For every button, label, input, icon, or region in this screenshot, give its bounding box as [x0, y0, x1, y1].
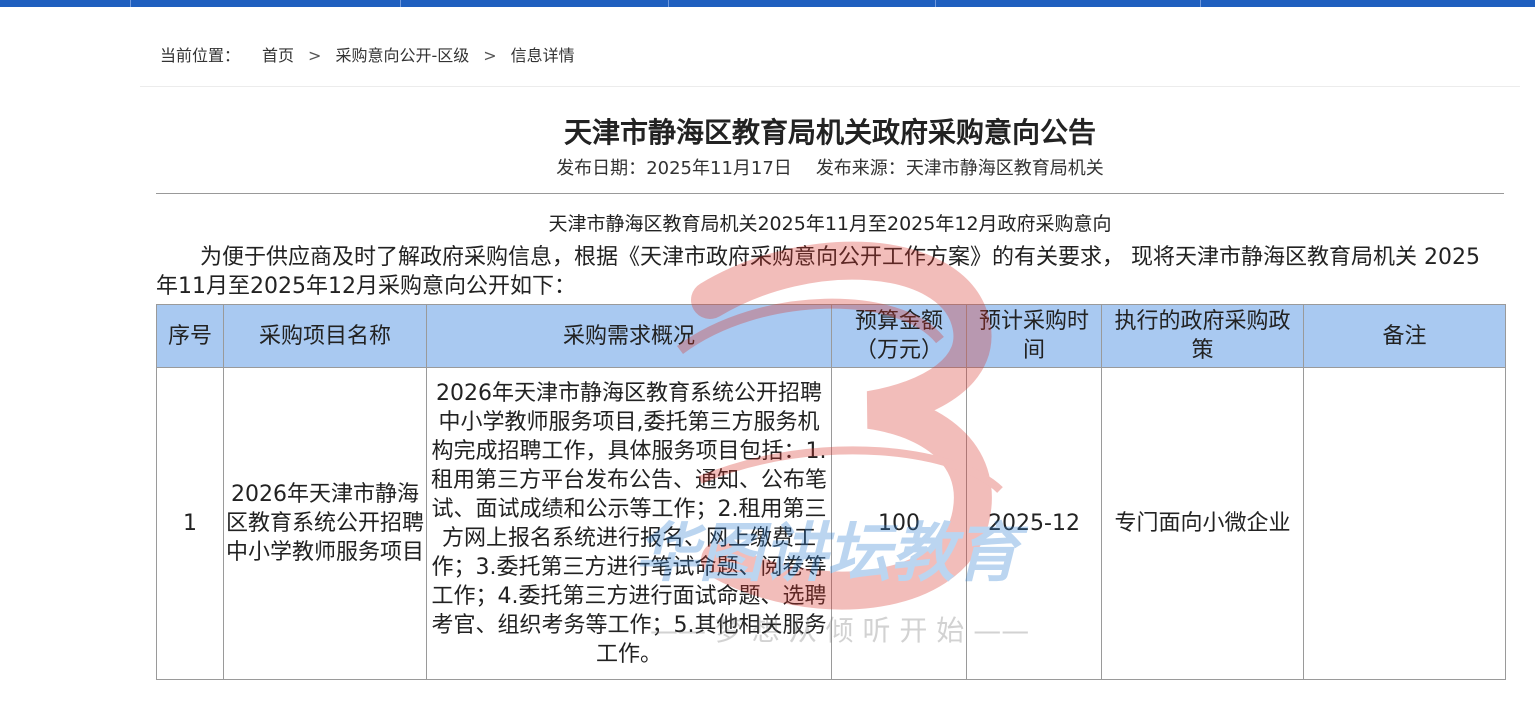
header-policy: 执行的政府采购政策 — [1101, 304, 1304, 368]
source-label: 发布来源： — [815, 158, 906, 179]
article-intro: 为便于供应商及时了解政府采购信息，根据《天津市政府采购意向公开工作方案》的有关要… — [156, 245, 1480, 299]
breadcrumb-separator: > — [483, 46, 497, 65]
cell-index: 1 — [156, 367, 224, 680]
breadcrumb-prefix: 当前位置： — [160, 46, 241, 65]
breadcrumb: 当前位置： 首页 > 采购意向公开-区级 > 信息详情 — [160, 44, 575, 68]
breadcrumb-divider — [140, 86, 1520, 87]
breadcrumb-category-link[interactable]: 采购意向公开-区级 — [335, 44, 469, 68]
cell-project-name: 2026年天津市静海区教育系统公开招聘中小学教师服务项目 — [223, 367, 427, 680]
cell-policy: 专门面向小微企业 — [1101, 367, 1304, 680]
table-row: 1 2026年天津市静海区教育系统公开招聘中小学教师服务项目 2026年天津市静… — [156, 367, 1506, 680]
top-nav-bar — [0, 0, 1535, 7]
header-requirements: 采购需求概况 — [426, 304, 832, 368]
cell-requirements: 2026年天津市静海区教育系统公开招聘中小学教师服务项目,委托第三方服务机构完成… — [426, 367, 832, 680]
header-time: 预计采购时间 — [966, 304, 1102, 368]
table-header-row: 序号 采购项目名称 采购需求概况 预算金额（万元） 预计采购时间 执行的政府采购… — [156, 304, 1506, 368]
breadcrumb-home-link[interactable]: 首页 — [262, 44, 294, 68]
header-remarks: 备注 — [1303, 304, 1506, 368]
article-title: 天津市静海区教育局机关政府采购意向公告 — [563, 116, 1096, 149]
header-project-name: 采购项目名称 — [223, 304, 427, 368]
article-subtitle: 天津市静海区教育局机关2025年11月至2025年12月政府采购意向 — [548, 213, 1112, 235]
publish-date-label: 发布日期： — [556, 158, 647, 179]
publish-date: 2025年11月17日 — [646, 158, 792, 179]
header-budget: 预算金额（万元） — [831, 304, 967, 368]
breadcrumb-current: 信息详情 — [510, 46, 575, 65]
title-divider — [156, 193, 1504, 194]
cell-time: 2025-12 — [966, 367, 1102, 680]
cell-budget: 100 — [831, 367, 967, 680]
header-index: 序号 — [156, 304, 224, 368]
source-value: 天津市静海区教育局机关 — [905, 158, 1104, 179]
procurement-intent-table: 序号 采购项目名称 采购需求概况 预算金额（万元） 预计采购时间 执行的政府采购… — [156, 304, 1506, 680]
cell-remarks — [1303, 367, 1506, 680]
breadcrumb-separator: > — [308, 46, 322, 65]
article-meta: 发布日期：2025年11月17日 发布来源：天津市静海区教育局机关 — [156, 156, 1504, 182]
